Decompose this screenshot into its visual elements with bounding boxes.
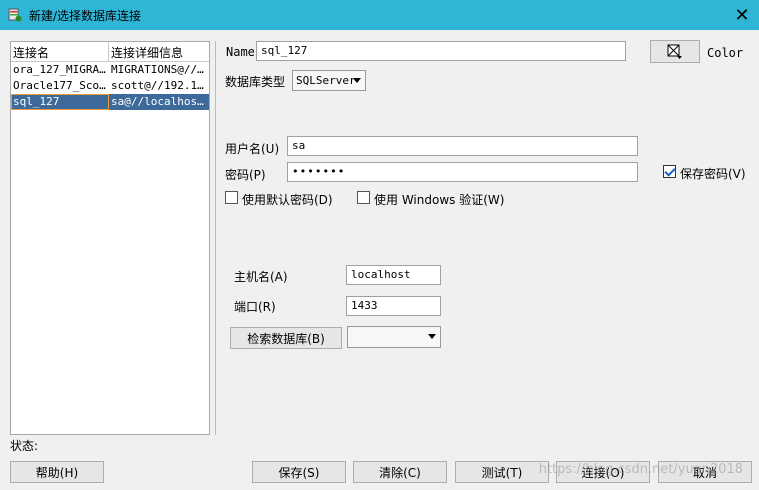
db-type-value: SQLServer (296, 74, 356, 87)
use-default-password-checkbox[interactable] (225, 191, 238, 204)
database-connect-icon (8, 8, 22, 22)
clear-button[interactable]: 清除(C) (353, 461, 447, 483)
connection-row[interactable]: Oracle177_Scott scott@//192.1... (11, 78, 209, 94)
db-type-label: 数据库类型 (225, 75, 286, 89)
username-label: 用户名(U) (225, 142, 280, 156)
column-header-name[interactable]: 连接名 (11, 42, 109, 61)
column-header-detail[interactable]: 连接详细信息 (109, 42, 209, 61)
db-type-select[interactable]: SQLServer (292, 70, 366, 91)
close-icon: ✕ (734, 4, 750, 26)
name-label: Name (226, 45, 255, 59)
cancel-button[interactable]: 取消 (658, 461, 752, 483)
connection-detail: MIGRATIONS@//... (111, 63, 209, 76)
save-password-label[interactable]: 保存密码(V) (680, 165, 746, 182)
connection-row[interactable]: ora_127_MIGRA... MIGRATIONS@//... (11, 62, 209, 78)
port-label: 端口(R) (234, 300, 276, 314)
chevron-down-icon (428, 334, 436, 339)
connection-detail: scott@//192.1... (111, 79, 209, 92)
window-title: 新建/选择数据库连接 (29, 9, 142, 23)
password-input[interactable]: ••••••• (287, 162, 638, 182)
browse-databases-button[interactable]: 检索数据库(B) (230, 327, 342, 349)
status-label: 状态: (10, 439, 39, 453)
save-button[interactable]: 保存(S) (252, 461, 346, 483)
connection-detail: sa@//localhos... (111, 95, 209, 108)
port-input[interactable]: 1433 (346, 296, 441, 316)
color-picker-button[interactable] (650, 40, 700, 63)
connection-name: ora_127_MIGRA... (13, 63, 109, 76)
use-windows-auth-label[interactable]: 使用 Windows 验证(W) (374, 191, 504, 208)
save-password-checkbox[interactable] (663, 165, 676, 178)
username-input[interactable]: sa (287, 136, 638, 156)
use-windows-auth-checkbox[interactable] (357, 191, 370, 204)
test-button[interactable]: 测试(T) (455, 461, 549, 483)
database-select[interactable] (347, 326, 441, 348)
color-label: Color (707, 46, 744, 60)
host-input[interactable]: localhost (346, 265, 441, 285)
use-default-password-label[interactable]: 使用默认密码(D) (242, 191, 333, 208)
chevron-down-icon (353, 78, 361, 83)
title-bar: 新建/选择数据库连接 ✕ (0, 0, 759, 30)
help-button[interactable]: 帮助(H) (10, 461, 104, 483)
connection-list[interactable]: 连接名 连接详细信息 ora_127_MIGRA... MIGRATIONS@/… (10, 41, 210, 435)
name-input[interactable]: sql_127 (256, 41, 626, 61)
host-label: 主机名(A) (234, 270, 288, 284)
color-swatch-icon (667, 44, 682, 59)
connection-row-selected[interactable]: sql_127 sa@//localhos... (11, 94, 209, 110)
connect-button[interactable]: 连接(O) (556, 461, 650, 483)
connection-name: Oracle177_Scott (13, 79, 109, 92)
close-button[interactable]: ✕ (725, 0, 759, 30)
connection-list-header: 连接名 连接详细信息 (11, 42, 209, 62)
panel-splitter[interactable] (215, 41, 217, 435)
connection-name: sql_127 (11, 94, 109, 110)
password-label: 密码(P) (225, 168, 266, 182)
